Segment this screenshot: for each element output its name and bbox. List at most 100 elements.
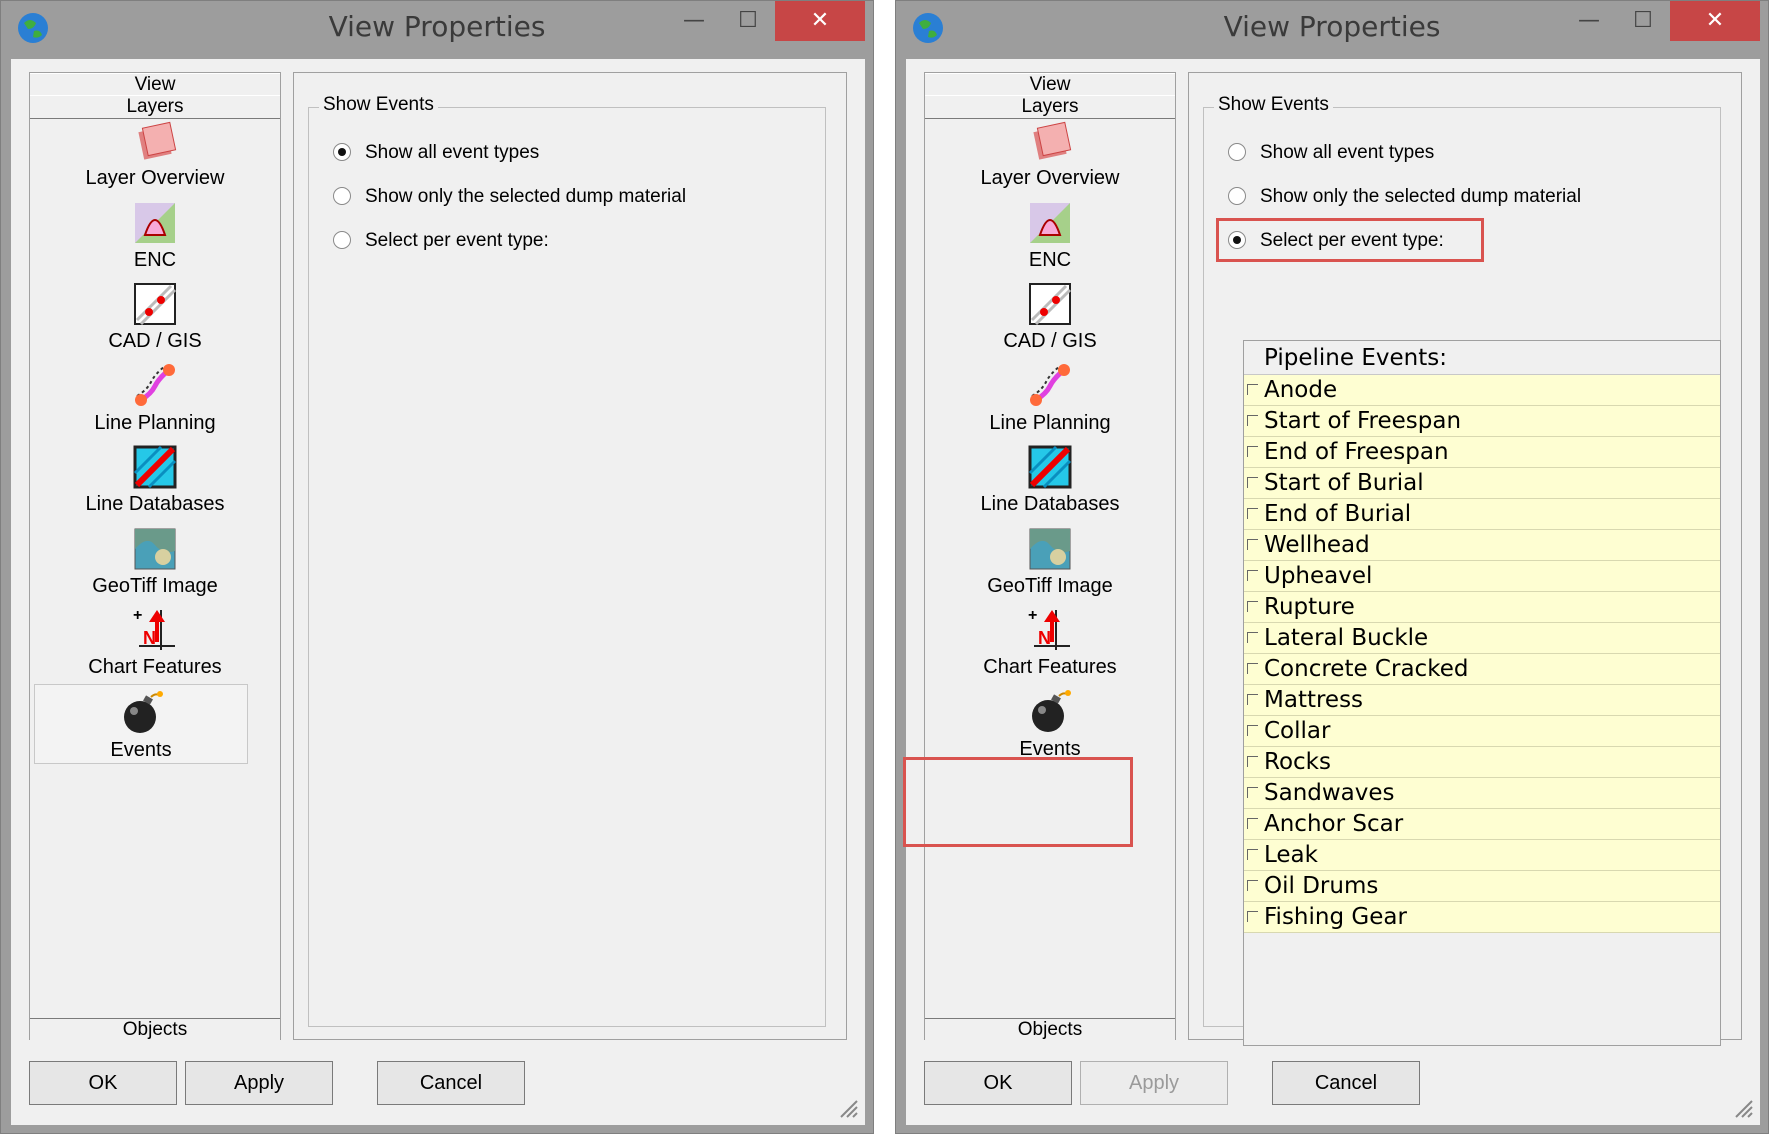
radio-select-per-type[interactable]: Select per event type: bbox=[333, 228, 549, 254]
ok-button[interactable]: OK bbox=[29, 1061, 177, 1105]
maximize-button[interactable]: ☐ bbox=[721, 1, 775, 41]
nav-footer-objects[interactable]: Objects bbox=[925, 1018, 1175, 1041]
maximize-button[interactable]: ☐ bbox=[1616, 1, 1670, 41]
checkbox-icon[interactable] bbox=[1247, 415, 1258, 426]
chart-features-icon: N+ bbox=[133, 607, 175, 650]
pipeline-events-list[interactable]: Pipeline Events: Anode Start of Freespan E… bbox=[1243, 340, 1721, 1046]
checkbox-icon[interactable] bbox=[1247, 663, 1258, 674]
list-item-label: Sandwaves bbox=[1264, 780, 1395, 806]
nav-item-enc[interactable]: ENC bbox=[925, 199, 1175, 291]
nav-item-line-planning[interactable]: Line Planning bbox=[925, 362, 1175, 454]
nav-item-layer-overview[interactable]: Layer Overview bbox=[30, 117, 280, 209]
radio-dot bbox=[1228, 231, 1246, 249]
list-item[interactable]: Start of Burial bbox=[1244, 468, 1720, 499]
nav-item-cad-gis[interactable]: CAD / GIS bbox=[30, 280, 280, 372]
nav-item-line-databases[interactable]: Line Databases bbox=[925, 443, 1175, 535]
nav-header-view[interactable]: View bbox=[30, 73, 280, 97]
radio-select-per-type[interactable]: Select per event type: bbox=[1228, 228, 1444, 254]
enc-icon bbox=[1030, 202, 1070, 243]
svg-text:N: N bbox=[143, 628, 156, 648]
list-item[interactable]: Oil Drums bbox=[1244, 871, 1720, 902]
nav-item-layer-overview[interactable]: Layer Overview bbox=[925, 117, 1175, 209]
checkbox-icon[interactable] bbox=[1247, 756, 1258, 767]
list-item[interactable]: Anchor Scar bbox=[1244, 809, 1720, 840]
line-databases-icon bbox=[1028, 445, 1072, 489]
list-item[interactable]: Sandwaves bbox=[1244, 778, 1720, 809]
checkbox-icon[interactable] bbox=[1247, 508, 1258, 519]
list-item[interactable]: Leak bbox=[1244, 840, 1720, 871]
close-button[interactable]: ✕ bbox=[775, 1, 865, 41]
events-panel: Show Events Show all event types Show on… bbox=[293, 72, 847, 1040]
list-item[interactable]: Mattress bbox=[1244, 685, 1720, 716]
checkbox-icon[interactable] bbox=[1247, 477, 1258, 488]
checkbox-icon[interactable] bbox=[1247, 880, 1258, 891]
apply-button[interactable]: Apply bbox=[1080, 1061, 1228, 1105]
list-item[interactable]: Wellhead bbox=[1244, 530, 1720, 561]
checkbox-icon[interactable] bbox=[1247, 446, 1258, 457]
nav-item-chart-features[interactable]: N + Chart Features bbox=[925, 606, 1175, 698]
nav-item-events[interactable]: Events bbox=[925, 688, 1175, 780]
list-item[interactable]: Lateral Buckle bbox=[1244, 623, 1720, 654]
nav-item-line-databases[interactable]: Line Databases bbox=[30, 443, 280, 535]
radio-show-all[interactable]: Show all event types bbox=[1228, 140, 1434, 166]
checkbox-icon[interactable] bbox=[1247, 694, 1258, 705]
list-item[interactable]: Fishing Gear bbox=[1244, 902, 1720, 933]
checkbox-icon[interactable] bbox=[1247, 539, 1258, 550]
radio-show-all[interactable]: Show all event types bbox=[333, 140, 539, 166]
minimize-button[interactable]: — bbox=[667, 1, 721, 41]
list-item-label: Mattress bbox=[1264, 687, 1364, 713]
checkbox-icon[interactable] bbox=[1247, 787, 1258, 798]
layer-overview-icon bbox=[138, 121, 177, 160]
ok-button[interactable]: OK bbox=[924, 1061, 1072, 1105]
cad-gis-icon bbox=[1029, 283, 1072, 326]
cancel-button[interactable]: Cancel bbox=[1272, 1061, 1420, 1105]
nav-item-label: ENC bbox=[1028, 248, 1072, 271]
list-item[interactable]: End of Burial bbox=[1244, 499, 1720, 530]
checkbox-icon[interactable] bbox=[1247, 911, 1258, 922]
list-item[interactable]: End of Freespan bbox=[1244, 437, 1720, 468]
close-button[interactable]: ✕ bbox=[1670, 1, 1760, 41]
nav-item-label: Chart Features bbox=[983, 656, 1117, 678]
view-properties-window-right: View Properties — ☐ ✕ View Layers Layer … bbox=[895, 0, 1769, 1134]
apply-button[interactable]: Apply bbox=[185, 1061, 333, 1105]
nav-header-layers[interactable]: Layers bbox=[30, 95, 280, 119]
nav-header-view[interactable]: View bbox=[925, 73, 1175, 97]
checkbox-icon[interactable] bbox=[1247, 570, 1258, 581]
resize-grip-icon[interactable] bbox=[835, 1095, 859, 1119]
list-item[interactable]: Upheavel bbox=[1244, 561, 1720, 592]
nav-item-geotiff-image[interactable]: GeoTiff Image bbox=[925, 525, 1175, 617]
nav-item-cad-gis[interactable]: CAD / GIS bbox=[925, 280, 1175, 372]
list-item-label: Upheavel bbox=[1264, 563, 1373, 589]
title-bar[interactable]: View Properties — ☐ ✕ bbox=[1, 1, 873, 59]
list-item[interactable]: Rupture bbox=[1244, 592, 1720, 623]
checkbox-icon[interactable] bbox=[1247, 384, 1258, 395]
nav-item-label: ENC bbox=[133, 248, 177, 271]
nav-item-line-planning[interactable]: Line Planning bbox=[30, 362, 280, 454]
list-item[interactable]: Start of Freespan bbox=[1244, 406, 1720, 437]
category-nav: View Layers Layer Overview ENC CAD / GIS Li… bbox=[924, 72, 1176, 1041]
nav-footer-objects[interactable]: Objects bbox=[30, 1018, 280, 1041]
category-nav: View Layers Layer Overview ENC CAD / GIS Li… bbox=[29, 72, 281, 1041]
line-planning-icon bbox=[135, 363, 175, 406]
checkbox-icon[interactable] bbox=[1247, 632, 1258, 643]
checkbox-icon[interactable] bbox=[1247, 601, 1258, 612]
bomb-icon bbox=[124, 690, 163, 733]
checkbox-icon[interactable] bbox=[1247, 849, 1258, 860]
radio-show-dump-material[interactable]: Show only the selected dump material bbox=[1228, 184, 1581, 210]
resize-grip-icon[interactable] bbox=[1730, 1095, 1754, 1119]
nav-item-enc[interactable]: ENC bbox=[30, 199, 280, 291]
nav-item-events[interactable]: Events bbox=[34, 683, 248, 764]
radio-label: Show only the selected dump material bbox=[1260, 186, 1582, 207]
minimize-button[interactable]: — bbox=[1562, 1, 1616, 41]
title-bar[interactable]: View Properties — ☐ ✕ bbox=[896, 1, 1768, 59]
checkbox-icon[interactable] bbox=[1247, 818, 1258, 829]
checkbox-icon[interactable] bbox=[1247, 725, 1258, 736]
cancel-button[interactable]: Cancel bbox=[377, 1061, 525, 1105]
radio-show-dump-material[interactable]: Show only the selected dump material bbox=[333, 184, 686, 210]
list-item[interactable]: Concrete Cracked bbox=[1244, 654, 1720, 685]
list-item[interactable]: Anode bbox=[1244, 375, 1720, 406]
list-item[interactable]: Collar bbox=[1244, 716, 1720, 747]
nav-item-geotiff-image[interactable]: GeoTiff Image bbox=[30, 525, 280, 617]
nav-header-layers[interactable]: Layers bbox=[925, 95, 1175, 119]
list-item[interactable]: Rocks bbox=[1244, 747, 1720, 778]
